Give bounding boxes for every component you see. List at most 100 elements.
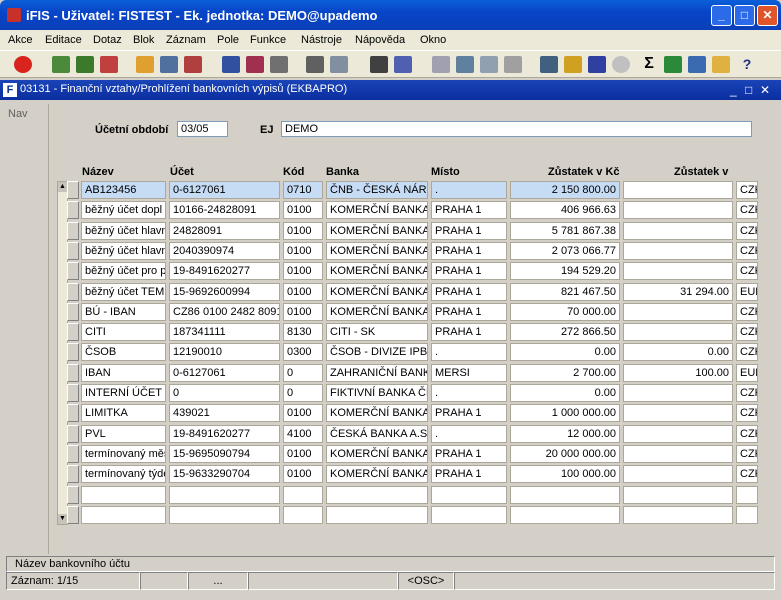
row-indicator[interactable] xyxy=(67,241,79,260)
cell-place[interactable]: . xyxy=(431,181,507,199)
cell-balance-czk[interactable]: 12 000.00 xyxy=(510,424,620,443)
cell-code[interactable]: 0710 xyxy=(283,181,323,199)
row-indicator[interactable] xyxy=(67,302,79,321)
row-indicator[interactable] xyxy=(67,505,79,524)
row-indicator[interactable] xyxy=(67,404,79,423)
cell-balance-cur[interactable]: 31 294.00 xyxy=(623,282,733,301)
print-icon[interactable] xyxy=(306,56,324,73)
cell-place[interactable]: . xyxy=(431,424,507,443)
cell-name[interactable]: ČSOB xyxy=(81,343,166,362)
menu-9[interactable]: Okno xyxy=(420,34,446,46)
help-icon[interactable]: ? xyxy=(738,56,756,73)
cell-bank[interactable]: KOMERČNÍ BANKA A xyxy=(326,241,428,260)
menu-2[interactable]: Dotaz xyxy=(93,34,122,46)
cell-balance-cur[interactable] xyxy=(623,201,733,220)
row-indicator[interactable] xyxy=(67,282,79,301)
cell-balance-czk[interactable]: 272 866.50 xyxy=(510,323,620,342)
cell-name[interactable]: běžný účet hlavn xyxy=(81,221,166,240)
cell-account[interactable]: 0-6127061 xyxy=(169,181,280,199)
cell-place[interactable]: PRAHA 1 xyxy=(431,241,507,260)
cell-bank[interactable]: CITI - SK xyxy=(326,323,428,342)
cell-balance-cur[interactable] xyxy=(623,221,733,240)
cell-account[interactable]: 439021 xyxy=(169,404,280,423)
cell-name[interactable]: běžný účet pro p xyxy=(81,262,166,281)
sum-icon[interactable]: Σ xyxy=(640,56,658,73)
cell-name[interactable] xyxy=(81,505,166,524)
cell-code[interactable]: 0100 xyxy=(283,302,323,321)
insert-record-icon[interactable] xyxy=(52,56,70,73)
cell-bank[interactable]: FIKTIVNÍ BANKA ČR xyxy=(326,384,428,402)
cell-balance-cur[interactable]: 0.00 xyxy=(623,343,733,362)
warning-icon[interactable] xyxy=(588,56,606,73)
cell-currency[interactable]: CZK xyxy=(736,181,758,199)
cell-account[interactable]: 12190010 xyxy=(169,343,280,362)
cell-currency[interactable]: CZK xyxy=(736,302,758,321)
cell-balance-czk[interactable]: 1 000 000.00 xyxy=(510,404,620,423)
row-indicator[interactable] xyxy=(67,201,79,220)
cell-balance-cur[interactable] xyxy=(623,404,733,423)
list-icon[interactable] xyxy=(480,56,498,73)
row-indicator[interactable] xyxy=(67,363,79,382)
cell-place[interactable]: PRAHA 1 xyxy=(431,323,507,342)
cell-balance-czk[interactable]: 20 000 000.00 xyxy=(510,444,620,463)
ej-field[interactable]: DEMO xyxy=(281,121,752,137)
cell-code[interactable]: 0100 xyxy=(283,282,323,301)
cell-code[interactable] xyxy=(283,485,323,504)
cell-account[interactable]: 15-9695090794 xyxy=(169,444,280,463)
period-field[interactable]: 03/05 xyxy=(177,121,228,137)
row-indicator[interactable] xyxy=(67,384,79,402)
cell-balance-czk[interactable] xyxy=(510,485,620,504)
excel-icon[interactable] xyxy=(664,56,682,73)
cell-place[interactable]: PRAHA 1 xyxy=(431,221,507,240)
cell-account[interactable]: 0 xyxy=(169,384,280,402)
cell-currency[interactable] xyxy=(736,505,758,524)
cell-balance-czk[interactable]: 70 000.00 xyxy=(510,302,620,321)
menu-6[interactable]: Funkce xyxy=(250,34,286,46)
row-indicator[interactable] xyxy=(67,444,79,463)
row-indicator[interactable] xyxy=(67,181,79,199)
calculator-icon[interactable] xyxy=(540,56,558,73)
cell-currency[interactable]: CZK xyxy=(736,384,758,402)
cut-icon[interactable] xyxy=(370,56,388,73)
cell-balance-cur[interactable] xyxy=(623,262,733,281)
cell-name[interactable]: PVL xyxy=(81,424,166,443)
exit-icon[interactable] xyxy=(14,56,32,73)
sort-desc-icon[interactable] xyxy=(246,56,264,73)
cell-balance-czk[interactable]: 821 467.50 xyxy=(510,282,620,301)
menu-1[interactable]: Editace xyxy=(45,34,82,46)
cell-place[interactable] xyxy=(431,485,507,504)
cell-place[interactable]: PRAHA 1 xyxy=(431,282,507,301)
cell-name[interactable]: AB123456 xyxy=(81,181,166,199)
menu-3[interactable]: Blok xyxy=(133,34,154,46)
form-close-icon[interactable]: ✕ xyxy=(760,83,770,97)
scroll-down-icon[interactable]: ▼ xyxy=(58,514,67,524)
row-indicator[interactable] xyxy=(67,323,79,342)
cell-bank[interactable]: KOMERČNÍ BANKA A xyxy=(326,262,428,281)
cell-place[interactable]: PRAHA 1 xyxy=(431,201,507,220)
cell-balance-cur[interactable] xyxy=(623,181,733,199)
tree-icon[interactable] xyxy=(504,56,522,73)
cell-place[interactable]: PRAHA 1 xyxy=(431,465,507,484)
cell-account[interactable]: CZ86 0100 2482 8091 xyxy=(169,302,280,321)
preview-icon[interactable] xyxy=(330,56,348,73)
cell-currency[interactable]: CZK xyxy=(736,201,758,220)
form-minimize-icon[interactable]: _ xyxy=(730,83,737,97)
cell-balance-czk[interactable]: 2 150 800.00 xyxy=(510,181,620,199)
cell-place[interactable]: PRAHA 1 xyxy=(431,262,507,281)
cell-currency[interactable]: CZK xyxy=(736,323,758,342)
cell-balance-cur[interactable] xyxy=(623,241,733,260)
search-icon[interactable] xyxy=(456,56,474,73)
cell-bank[interactable]: KOMERČNÍ BANKA A xyxy=(326,444,428,463)
cell-currency[interactable] xyxy=(736,485,758,504)
copy-icon[interactable] xyxy=(394,56,412,73)
cell-currency[interactable]: EUR xyxy=(736,363,758,382)
cell-balance-cur[interactable] xyxy=(623,444,733,463)
cell-balance-cur[interactable]: 100.00 xyxy=(623,363,733,382)
cell-account[interactable]: 24828091 xyxy=(169,221,280,240)
paste-icon[interactable] xyxy=(432,56,450,73)
cell-balance-czk[interactable]: 406 966.63 xyxy=(510,201,620,220)
cell-name[interactable] xyxy=(81,485,166,504)
close-button[interactable]: ✕ xyxy=(757,5,778,26)
clock-icon[interactable] xyxy=(612,56,630,73)
cell-bank[interactable]: KOMERČNÍ BANKA A xyxy=(326,201,428,220)
